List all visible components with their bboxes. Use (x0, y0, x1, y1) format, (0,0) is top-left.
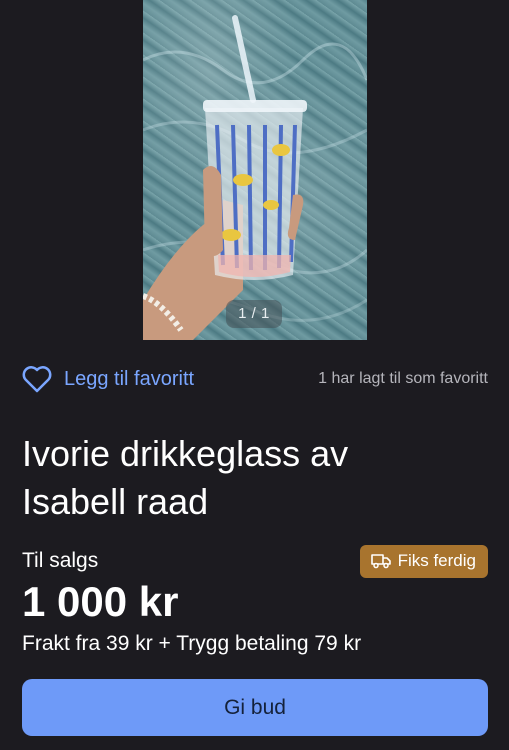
shipping-info: Frakt fra 39 kr + Trygg betaling 79 kr (22, 632, 362, 655)
badge-label: Fiks ferdig (397, 551, 476, 570)
status-row: Til salgs Fiks ferdig (22, 544, 488, 578)
listing-photo[interactable] (143, 0, 367, 340)
bid-button[interactable]: Gi bud (22, 679, 488, 736)
favorite-count: 1 har lagt til som favoritt (318, 370, 488, 387)
glass-illustration (143, 15, 367, 340)
fiks-ferdig-badge[interactable]: Fiks ferdig (359, 544, 488, 578)
truck-icon (370, 554, 391, 569)
favorite-row: Legg til favoritt 1 har lagt til som fav… (22, 362, 488, 396)
add-favorite-button[interactable]: Legg til favoritt (22, 365, 194, 393)
listing-title: Ivorie drikkeglass av Isabell raad (22, 433, 349, 522)
image-counter: 1 / 1 (226, 300, 282, 328)
image-gallery[interactable]: 1 / 1 (0, 0, 509, 340)
listing-page: 1 / 1 Legg til favoritt 1 har lagt til s… (0, 0, 509, 750)
sale-status: Til salgs (22, 549, 99, 572)
heart-outline-icon (22, 366, 52, 393)
add-favorite-label: Legg til favoritt (64, 367, 195, 390)
price: 1 000 kr (22, 578, 179, 625)
